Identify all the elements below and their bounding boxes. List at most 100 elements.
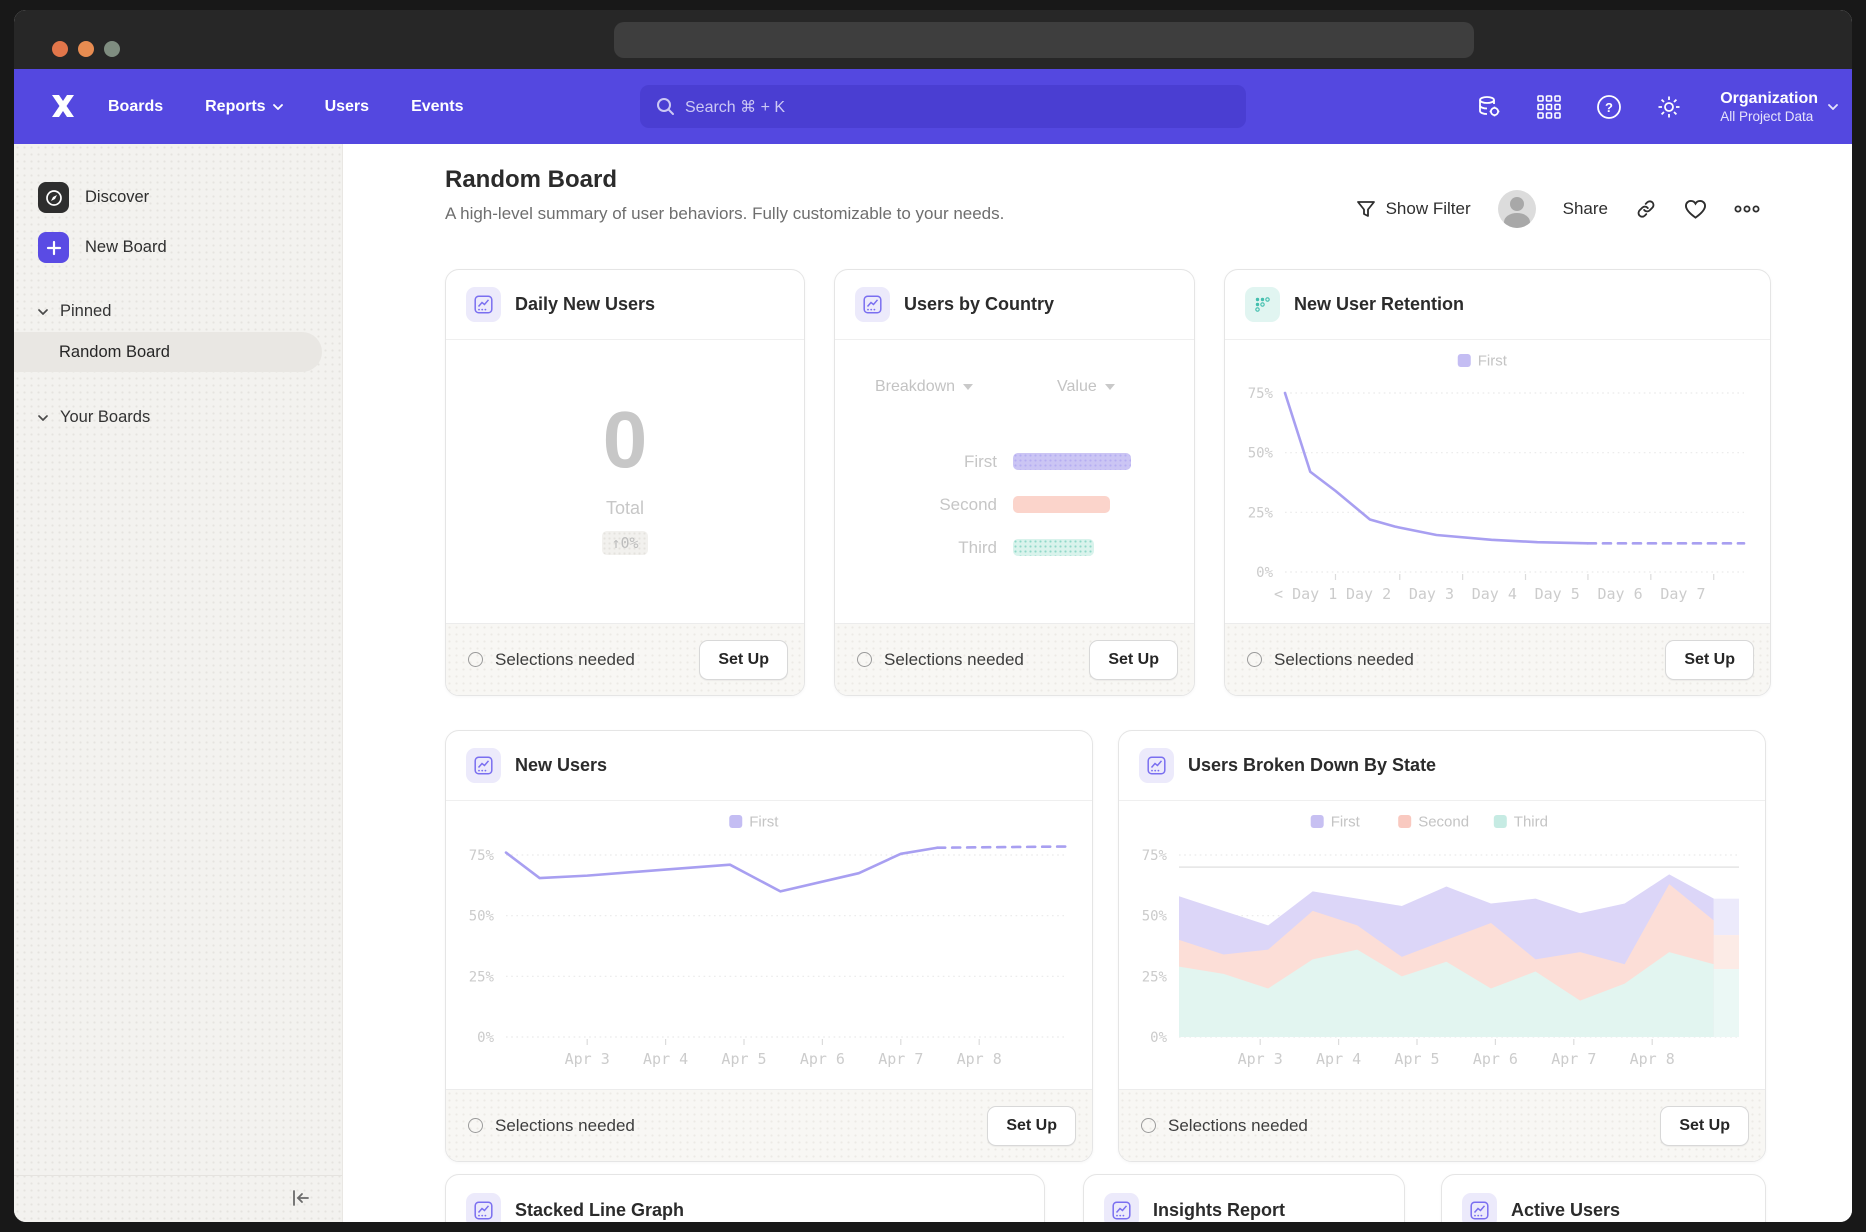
country-bar-list: FirstSecondThird — [835, 440, 1194, 569]
svg-text:Day 7: Day 7 — [1660, 585, 1705, 603]
sidebar-footer-divider — [14, 1175, 342, 1176]
sidebar-section-your-boards[interactable]: Your Boards — [38, 408, 150, 427]
svg-text:Apr 5: Apr 5 — [721, 1050, 766, 1068]
set-up-button[interactable]: Set Up — [1660, 1106, 1749, 1146]
chevron-down-icon — [38, 309, 48, 315]
svg-text:First: First — [1331, 814, 1361, 831]
bar-third[interactable] — [1013, 539, 1094, 556]
window-close-button[interactable] — [52, 41, 68, 57]
apps-grid-icon[interactable] — [1536, 94, 1562, 120]
new-users-chart: First75%50%25%0%Apr 3Apr 4Apr 5Apr 6Apr … — [446, 801, 1092, 1091]
set-up-button[interactable]: Set Up — [987, 1106, 1076, 1146]
svg-text:Apr 5: Apr 5 — [1394, 1050, 1439, 1068]
nav-item-boards[interactable]: Boards — [108, 98, 163, 116]
breakdown-dropdown[interactable]: Breakdown — [875, 378, 973, 396]
svg-text:Day 4: Day 4 — [1472, 585, 1517, 603]
svg-text:0%: 0% — [477, 1030, 494, 1046]
card-body: Breakdown Value FirstSecondThird — [835, 340, 1194, 625]
svg-text:Apr 3: Apr 3 — [565, 1050, 610, 1068]
svg-text:75%: 75% — [1142, 848, 1168, 864]
chevron-down-icon — [1828, 104, 1838, 110]
browser-titlebar — [14, 10, 1852, 69]
svg-text:75%: 75% — [1248, 386, 1274, 402]
window-zoom-button[interactable] — [104, 41, 120, 57]
retention-chart: First75%50%25%0%< Day 1Day 2Day 3Day 4Da… — [1225, 340, 1770, 625]
mixpanel-logo-icon[interactable] — [46, 89, 80, 123]
address-bar[interactable] — [614, 22, 1474, 58]
favorite-heart-icon[interactable] — [1684, 199, 1707, 220]
data-sources-icon[interactable] — [1476, 94, 1502, 120]
card-new-user-retention: New User Retention First75%50%25%0%< Day… — [1224, 269, 1771, 696]
svg-text:Day 6: Day 6 — [1597, 585, 1642, 603]
more-options-icon[interactable] — [1734, 204, 1760, 214]
set-up-button[interactable]: Set Up — [1665, 640, 1754, 680]
org-switcher[interactable]: Organization All Project Data — [1720, 89, 1838, 124]
metric-delta-badge: ↑0% — [602, 531, 647, 555]
card-footer: Selections needed Set Up — [1119, 1089, 1765, 1161]
settings-gear-icon[interactable] — [1656, 94, 1682, 120]
svg-text:Apr 6: Apr 6 — [800, 1050, 845, 1068]
value-dropdown[interactable]: Value — [1057, 378, 1115, 396]
svg-text:0%: 0% — [1256, 565, 1273, 581]
users-by-state-svg: FirstSecondThird75%50%25%0%Apr 3Apr 4Apr… — [1119, 801, 1765, 1091]
bar-second[interactable] — [1013, 496, 1110, 513]
sidebar-section-pinned[interactable]: Pinned — [38, 302, 111, 321]
chevron-down-icon — [273, 104, 283, 110]
chart-icon — [1139, 748, 1174, 783]
svg-text:First: First — [749, 814, 779, 831]
sidebar-item-random-board[interactable]: Random Board — [14, 332, 322, 372]
set-up-button[interactable]: Set Up — [1089, 640, 1178, 680]
card-title: Users by Country — [904, 294, 1054, 315]
nav-item-events[interactable]: Events — [411, 98, 463, 116]
card-body: First75%50%25%0%< Day 1Day 2Day 3Day 4Da… — [1225, 340, 1770, 625]
card-header: Users by Country — [835, 270, 1194, 340]
bar-first[interactable] — [1013, 453, 1131, 470]
page-subtitle: A high-level summary of user behaviors. … — [445, 204, 1004, 224]
card-body: 0 Total ↑0% — [446, 340, 804, 625]
svg-text:Apr 4: Apr 4 — [643, 1050, 688, 1068]
sidebar-item-new-board[interactable]: New Board — [38, 232, 167, 263]
radio-icon — [1141, 1118, 1156, 1133]
card-stacked-line-graph: Stacked Line Graph — [445, 1174, 1045, 1222]
card-header: Active Users — [1442, 1175, 1765, 1222]
svg-text:25%: 25% — [1248, 505, 1274, 521]
card-title: New Users — [515, 755, 607, 776]
window-minimize-button[interactable] — [78, 41, 94, 57]
radio-icon — [468, 652, 483, 667]
global-search-input[interactable]: Search ⌘ + K — [640, 85, 1246, 128]
help-icon[interactable]: ? — [1596, 94, 1622, 120]
avatar[interactable] — [1498, 190, 1536, 228]
chevron-down-icon — [963, 384, 973, 390]
svg-text:50%: 50% — [1142, 909, 1168, 925]
plus-icon — [38, 232, 69, 263]
country-bar-row: First — [835, 440, 1194, 483]
chart-icon — [855, 287, 890, 322]
svg-text:< Day 1: < Day 1 — [1274, 585, 1337, 603]
set-up-button[interactable]: Set Up — [699, 640, 788, 680]
nav-item-users[interactable]: Users — [325, 98, 369, 116]
org-subtitle: All Project Data — [1720, 109, 1818, 124]
card-active-users: Active Users — [1441, 1174, 1766, 1222]
chart-icon — [466, 287, 501, 322]
sidebar-item-discover[interactable]: Discover — [38, 182, 149, 213]
show-filter-button[interactable]: Show Filter — [1356, 199, 1471, 219]
board-content: Random Board A high-level summary of use… — [343, 144, 1852, 1222]
svg-text:Apr 4: Apr 4 — [1316, 1050, 1361, 1068]
navbar-right: ? Organization All Project Data — [1476, 69, 1838, 144]
card-footer: Selections needed Set Up — [835, 623, 1194, 695]
card-insights-report: Insights Report — [1083, 1174, 1405, 1222]
card-title: Users Broken Down By State — [1188, 755, 1436, 776]
share-button[interactable]: Share — [1563, 199, 1608, 219]
chevron-down-icon — [38, 415, 48, 421]
search-placeholder: Search ⌘ + K — [685, 97, 785, 117]
bar-label: First — [835, 452, 997, 472]
nav-item-reports[interactable]: Reports — [205, 98, 282, 116]
sidebar-collapse-icon[interactable] — [286, 1184, 314, 1212]
search-icon — [656, 97, 675, 116]
card-new-users: New Users First75%50%25%0%Apr 3Apr 4Apr … — [445, 730, 1093, 1162]
copy-link-icon[interactable] — [1635, 198, 1657, 220]
card-daily-new-users: Daily New Users 0 Total ↑0% Selections n… — [445, 269, 805, 696]
card-title: Insights Report — [1153, 1200, 1285, 1221]
card-body: FirstSecondThird75%50%25%0%Apr 3Apr 4Apr… — [1119, 801, 1765, 1091]
metric-label: Total — [606, 498, 644, 519]
